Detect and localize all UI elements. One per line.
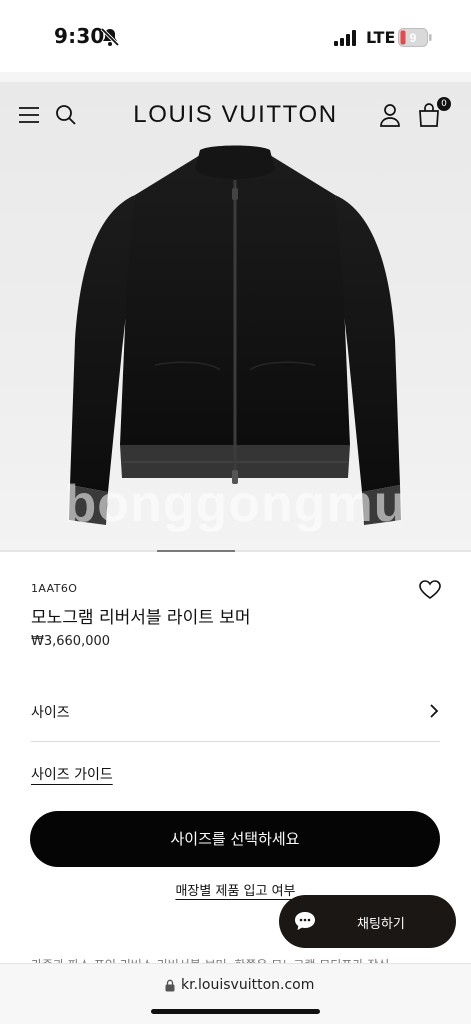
chat-label: 채팅하기	[357, 917, 405, 932]
carousel-indicator[interactable]	[157, 550, 235, 552]
chat-bubble-icon	[295, 912, 315, 930]
watermark: bonggongmu	[64, 475, 407, 533]
carousel-track	[0, 550, 471, 552]
url-text[interactable]: kr.louisvuitton.com	[181, 977, 314, 993]
bag-count-badge: 0	[437, 97, 451, 111]
size-label: 사이즈	[31, 705, 70, 721]
account-icon[interactable]	[379, 103, 401, 127]
size-guide-link[interactable]: 사이즈 가이드	[31, 764, 113, 784]
signal-icon	[334, 30, 356, 46]
header-divider	[0, 72, 471, 82]
status-time: 9:30	[54, 24, 105, 48]
bell-off-icon	[100, 27, 120, 47]
product-price: ₩3,660,000	[31, 634, 111, 649]
select-size-button[interactable]: 사이즈를 선택하세요	[30, 811, 440, 867]
battery-icon: 9	[398, 28, 432, 47]
lock-icon	[165, 979, 175, 992]
battery-level: 9	[410, 31, 417, 45]
chevron-right-icon	[430, 704, 439, 718]
heart-icon[interactable]	[419, 580, 441, 600]
chat-button[interactable]: 채팅하기	[279, 895, 456, 948]
browser-url-bar[interactable]: kr.louisvuitton.com	[0, 963, 471, 1024]
store-stock-link[interactable]: 매장별 제품 입고 여부	[175, 884, 295, 899]
home-indicator[interactable]	[151, 1009, 320, 1014]
product-hero[interactable]: LOUIS VUITTON 0 bonggongmu	[0, 82, 471, 552]
status-bar: 9:30 LTE 9	[0, 0, 471, 72]
size-selector-row[interactable]: 사이즈	[31, 690, 440, 742]
network-label: LTE	[366, 28, 396, 47]
product-sku: 1AAT6O	[31, 582, 78, 595]
product-name: 모노그램 리버서블 라이트 보머	[31, 608, 251, 628]
